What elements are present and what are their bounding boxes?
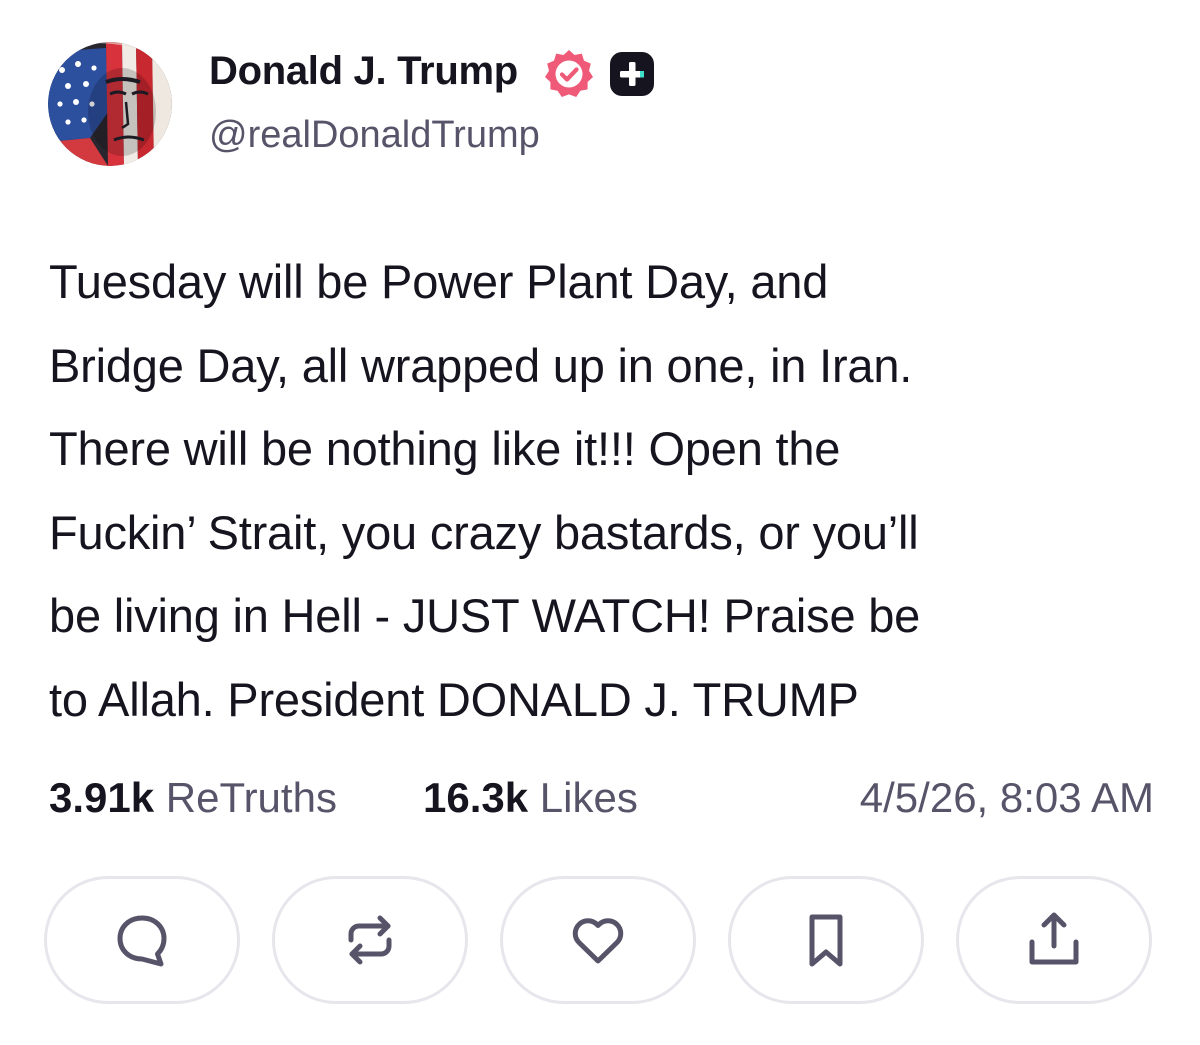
post-text: Tuesday will be Power Plant Day, and Bri… xyxy=(49,255,921,726)
bookmark-icon xyxy=(809,914,843,967)
retruths-label: ReTruths xyxy=(165,774,337,821)
author-name[interactable]: Donald J. Trump xyxy=(209,46,518,96)
truth-plus-badge-icon xyxy=(609,51,655,97)
like-heart-icon xyxy=(572,918,624,964)
share-button[interactable] xyxy=(956,876,1152,1004)
post-card: Donald J. Trump @realDonaldTrump Tuesday… xyxy=(0,0,1200,1045)
retruth-button[interactable] xyxy=(272,876,468,1004)
bookmark-button[interactable] xyxy=(728,876,924,1004)
post-stats: 3.91k ReTruths 16.3k Likes 4/5/26, 8:03 … xyxy=(49,770,1154,826)
like-button[interactable] xyxy=(500,876,696,1004)
post-timestamp: 4/5/26, 8:03 AM xyxy=(859,774,1154,821)
likes-label: Likes xyxy=(539,774,638,821)
share-icon xyxy=(1029,912,1079,965)
retruths-stat[interactable]: 3.91k ReTruths xyxy=(49,770,337,826)
retruths-count: 3.91k xyxy=(49,774,155,821)
verified-badge-icon xyxy=(543,48,595,100)
author-handle[interactable]: @realDonaldTrump xyxy=(209,112,540,158)
avatar-image xyxy=(48,42,172,166)
likes-stat[interactable]: 16.3k Likes xyxy=(423,770,638,826)
retruth-icon xyxy=(348,915,392,965)
likes-count: 16.3k xyxy=(423,774,529,821)
reply-icon xyxy=(117,915,167,967)
avatar[interactable] xyxy=(48,42,172,166)
reply-button[interactable] xyxy=(44,876,240,1004)
